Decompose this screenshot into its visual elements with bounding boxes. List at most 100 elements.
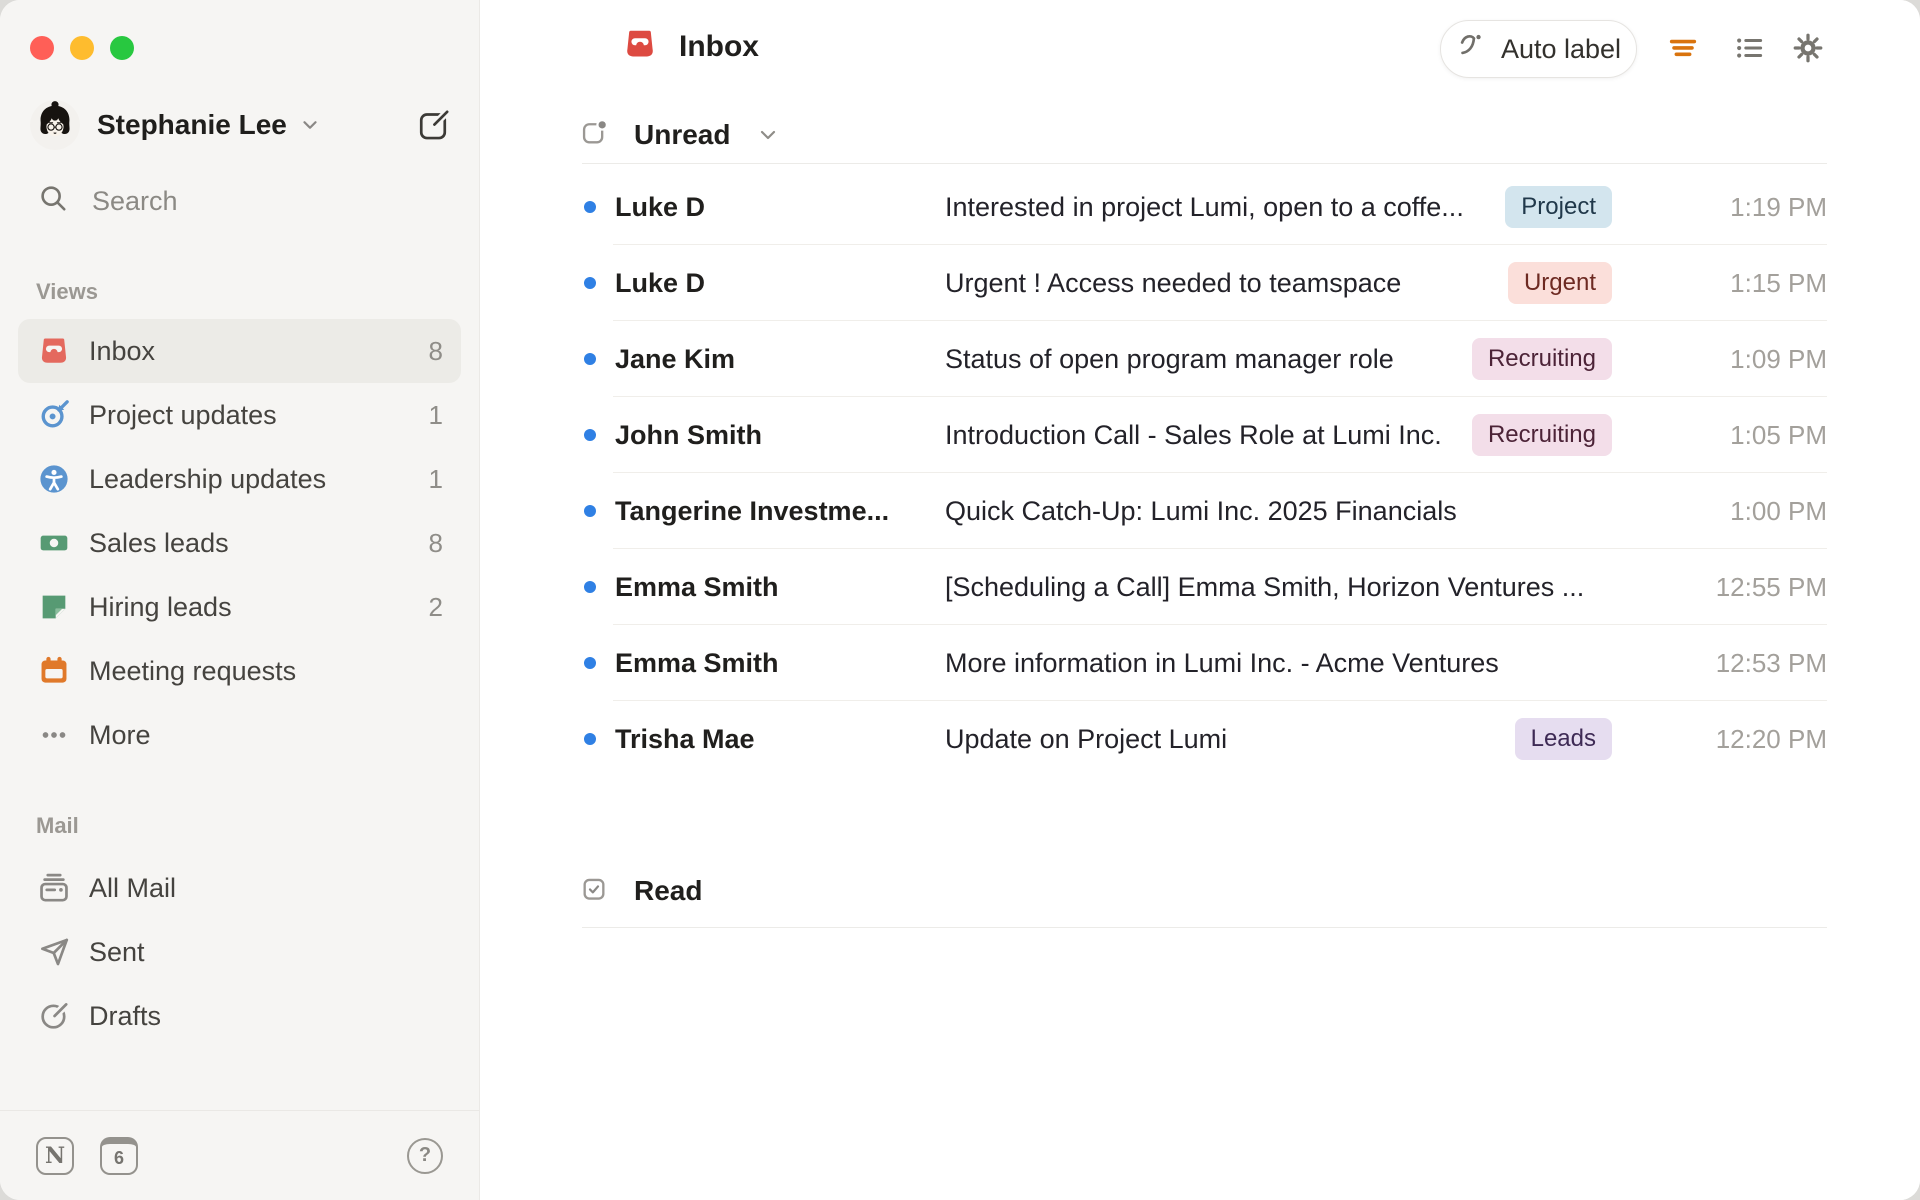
search-placeholder: Search bbox=[92, 185, 178, 216]
avatar bbox=[30, 100, 80, 150]
sidebar-item-meeting-requests[interactable]: Meeting requests bbox=[18, 639, 461, 703]
email-subject: More information in Lumi Inc. - Acme Ven… bbox=[945, 647, 1499, 678]
accessibility-icon bbox=[37, 462, 71, 496]
email-sender: Trisha Mae bbox=[615, 723, 755, 754]
email-row[interactable]: Tangerine Investme... Quick Catch-Up: Lu… bbox=[580, 473, 1827, 549]
sidebar-item-label: All Mail bbox=[89, 872, 177, 903]
search-input[interactable]: Search bbox=[38, 184, 178, 218]
banknote-icon bbox=[37, 526, 71, 560]
ellipsis-icon bbox=[37, 718, 71, 752]
gear-icon[interactable] bbox=[1793, 33, 1823, 63]
email-sender: Emma Smith bbox=[615, 571, 779, 602]
email-tag: Urgent bbox=[1507, 262, 1612, 304]
unread-dot bbox=[580, 657, 615, 669]
email-tag: Recruiting bbox=[1471, 338, 1612, 380]
compose-icon[interactable] bbox=[417, 108, 451, 142]
email-time: 12:20 PM bbox=[1715, 723, 1827, 754]
help-icon[interactable]: ? bbox=[407, 1137, 443, 1174]
app-window: Stephanie Lee Search Views Inbox 8 Proje… bbox=[0, 0, 1920, 1200]
email-time: 1:15 PM bbox=[1730, 267, 1827, 298]
mail-section-label: Mail bbox=[36, 813, 79, 838]
read-group-label: Read bbox=[634, 875, 703, 906]
unread-group-header[interactable]: Unread bbox=[580, 109, 780, 161]
user-name: Stephanie Lee bbox=[97, 109, 287, 140]
sidebar: Stephanie Lee Search Views Inbox 8 Proje… bbox=[0, 0, 480, 1200]
calendar-icon bbox=[37, 654, 71, 688]
sidebar-item-count: 2 bbox=[428, 591, 443, 622]
email-time: 12:55 PM bbox=[1715, 571, 1827, 602]
email-row[interactable]: Jane Kim Status of open program manager … bbox=[580, 321, 1827, 397]
unread-dot bbox=[580, 581, 615, 593]
sidebar-item-label: Drafts bbox=[89, 1000, 162, 1031]
target-icon bbox=[37, 398, 71, 432]
email-row[interactable]: Emma Smith More information in Lumi Inc.… bbox=[580, 625, 1827, 701]
page-title: Inbox bbox=[679, 29, 759, 63]
main-panel: Inbox Auto label Unread Luke D Intereste… bbox=[480, 0, 1920, 1200]
email-subject: [Scheduling a Call] Emma Smith, Horizon … bbox=[945, 571, 1585, 602]
unread-dot bbox=[580, 353, 615, 365]
sidebar-item-label: More bbox=[89, 719, 151, 750]
email-row[interactable]: Emma Smith [Scheduling a Call] Emma Smit… bbox=[580, 549, 1827, 625]
sidebar-item-hiring-leads[interactable]: Hiring leads 2 bbox=[18, 575, 461, 639]
list-view-icon[interactable] bbox=[1734, 33, 1764, 63]
auto-label-button[interactable]: Auto label bbox=[1440, 20, 1637, 78]
email-row[interactable]: Trisha Mae Update on Project Lumi Leads … bbox=[580, 701, 1827, 777]
read-group-header[interactable]: Read bbox=[580, 866, 702, 916]
auto-label-icon bbox=[1456, 30, 1488, 69]
email-subject: Update on Project Lumi bbox=[945, 723, 1228, 754]
email-row[interactable]: John Smith Introduction Call - Sales Rol… bbox=[580, 397, 1827, 473]
inbox-icon bbox=[622, 26, 658, 67]
all-mail-icon bbox=[37, 871, 71, 905]
email-list: Luke D Interested in project Lumi, open … bbox=[580, 169, 1827, 777]
email-subject: Interested in project Lumi, open to a co… bbox=[945, 191, 1464, 222]
read-checkbox-icon bbox=[580, 875, 608, 908]
sidebar-item-count: 1 bbox=[428, 463, 443, 494]
email-tag: Project bbox=[1505, 186, 1612, 228]
divider bbox=[582, 927, 1827, 928]
chevron-down-icon bbox=[299, 114, 321, 141]
email-sender: John Smith bbox=[615, 419, 762, 450]
sidebar-footer: N 6 ? bbox=[0, 1110, 479, 1200]
sidebar-item-sales-leads[interactable]: Sales leads 8 bbox=[18, 511, 461, 575]
sidebar-item-leadership-updates[interactable]: Leadership updates 1 bbox=[18, 447, 461, 511]
sidebar-item-more[interactable]: More bbox=[18, 703, 461, 767]
chevron-down-icon[interactable] bbox=[756, 123, 780, 152]
email-tag: Leads bbox=[1514, 718, 1612, 760]
sticky-note-icon bbox=[37, 590, 71, 624]
sidebar-item-drafts[interactable]: Drafts bbox=[18, 984, 461, 1048]
notion-logo-icon[interactable]: N bbox=[36, 1136, 74, 1175]
minimize-button[interactable] bbox=[70, 36, 94, 60]
email-sender: Tangerine Investme... bbox=[615, 495, 890, 526]
mail-nav: All Mail Sent Drafts bbox=[0, 856, 479, 1048]
search-icon bbox=[38, 183, 68, 220]
sidebar-item-sent[interactable]: Sent bbox=[18, 920, 461, 984]
inbox-icon bbox=[37, 334, 71, 368]
email-row[interactable]: Luke D Interested in project Lumi, open … bbox=[580, 169, 1827, 245]
unread-dot bbox=[580, 429, 615, 441]
unread-dot bbox=[580, 505, 615, 517]
sidebar-item-count: 8 bbox=[428, 527, 443, 558]
email-subject: Status of open program manager role bbox=[945, 343, 1394, 374]
views-section-label: Views bbox=[36, 279, 98, 304]
close-button[interactable] bbox=[30, 36, 54, 60]
email-sender: Jane Kim bbox=[615, 343, 736, 374]
page-header: Inbox bbox=[622, 26, 759, 67]
unread-icon bbox=[580, 118, 608, 152]
email-row[interactable]: Luke D Urgent ! Access needed to teamspa… bbox=[580, 245, 1827, 321]
account-switcher[interactable]: Stephanie Lee bbox=[30, 99, 451, 151]
email-time: 12:53 PM bbox=[1715, 647, 1827, 678]
unread-dot bbox=[580, 277, 615, 289]
calendar-app-icon[interactable]: 6 bbox=[100, 1136, 138, 1175]
zoom-button[interactable] bbox=[110, 36, 134, 60]
auto-label-label: Auto label bbox=[1500, 33, 1622, 64]
email-time: 1:19 PM bbox=[1730, 191, 1827, 222]
email-subject: Introduction Call - Sales Role at Lumi I… bbox=[945, 419, 1442, 450]
sidebar-item-label: Sales leads bbox=[89, 527, 229, 558]
sidebar-item-all-mail[interactable]: All Mail bbox=[18, 856, 461, 920]
filter-icon[interactable] bbox=[1668, 33, 1698, 63]
sidebar-item-inbox[interactable]: Inbox 8 bbox=[18, 319, 461, 383]
sidebar-item-project-updates[interactable]: Project updates 1 bbox=[18, 383, 461, 447]
email-sender: Luke D bbox=[615, 191, 706, 222]
window-controls bbox=[30, 36, 134, 60]
sidebar-item-label: Leadership updates bbox=[89, 463, 327, 494]
